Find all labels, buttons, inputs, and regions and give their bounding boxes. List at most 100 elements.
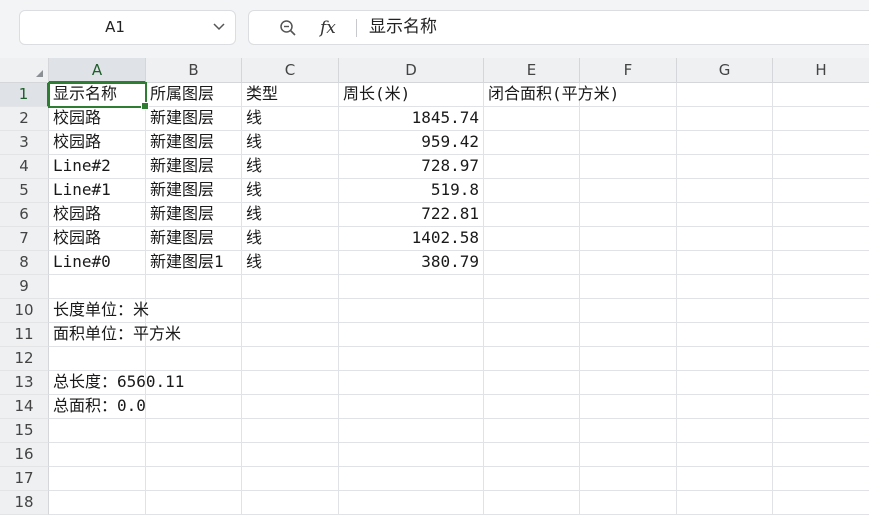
row-header-6[interactable]: 6 xyxy=(0,203,49,227)
cell-d15[interactable] xyxy=(339,419,484,443)
cell-b8[interactable]: 新建图层1 xyxy=(146,251,242,275)
cell-a4[interactable]: Line#2 xyxy=(49,155,146,179)
cell-d11[interactable] xyxy=(339,323,484,347)
fx-icon[interactable]: fx xyxy=(320,14,336,42)
cell-g1[interactable] xyxy=(677,83,773,107)
cell-a18[interactable] xyxy=(49,491,146,515)
cell-h12[interactable] xyxy=(773,347,869,371)
cell-d13[interactable] xyxy=(339,371,484,395)
cell-d16[interactable] xyxy=(339,443,484,467)
cell-g9[interactable] xyxy=(677,275,773,299)
cell-a5[interactable]: Line#1 xyxy=(49,179,146,203)
row-header-12[interactable]: 12 xyxy=(0,347,49,371)
row-header-3[interactable]: 3 xyxy=(0,131,49,155)
cell-c3[interactable]: 线 xyxy=(242,131,339,155)
cell-d7[interactable]: 1402.58 xyxy=(339,227,484,251)
column-header-h[interactable]: H xyxy=(773,58,869,83)
cell-a17[interactable] xyxy=(49,467,146,491)
cell-g5[interactable] xyxy=(677,179,773,203)
column-header-g[interactable]: G xyxy=(677,58,773,83)
cell-e11[interactable] xyxy=(484,323,580,347)
row-header-4[interactable]: 4 xyxy=(0,155,49,179)
cell-b10[interactable] xyxy=(146,299,242,323)
cell-e3[interactable] xyxy=(484,131,580,155)
row-header-1[interactable]: 1 xyxy=(0,83,49,107)
zoom-icon[interactable] xyxy=(279,19,297,37)
cell-e1[interactable]: 闭合面积(平方米) xyxy=(484,83,619,107)
formula-value[interactable]: 显示名称 xyxy=(369,11,437,44)
cell-c13[interactable] xyxy=(242,371,339,395)
column-header-f[interactable]: F xyxy=(580,58,677,83)
cell-d2[interactable]: 1845.74 xyxy=(339,107,484,131)
column-header-c[interactable]: C xyxy=(242,58,339,83)
row-header-10[interactable]: 10 xyxy=(0,299,49,323)
cell-c5[interactable]: 线 xyxy=(242,179,339,203)
cell-f11[interactable] xyxy=(580,323,677,347)
cell-f3[interactable] xyxy=(580,131,677,155)
cell-a16[interactable] xyxy=(49,443,146,467)
cell-d17[interactable] xyxy=(339,467,484,491)
cell-e7[interactable] xyxy=(484,227,580,251)
cell-g8[interactable] xyxy=(677,251,773,275)
cell-h5[interactable] xyxy=(773,179,869,203)
cell-f4[interactable] xyxy=(580,155,677,179)
cell-a10[interactable]: 长度单位：米 xyxy=(49,299,149,323)
row-header-8[interactable]: 8 xyxy=(0,251,49,275)
cell-g11[interactable] xyxy=(677,323,773,347)
cell-e8[interactable] xyxy=(484,251,580,275)
chevron-down-icon[interactable] xyxy=(213,22,225,32)
row-header-5[interactable]: 5 xyxy=(0,179,49,203)
cell-f6[interactable] xyxy=(580,203,677,227)
cell-b5[interactable]: 新建图层 xyxy=(146,179,242,203)
cell-e17[interactable] xyxy=(484,467,580,491)
cell-b12[interactable] xyxy=(146,347,242,371)
row-header-15[interactable]: 15 xyxy=(0,419,49,443)
cell-g16[interactable] xyxy=(677,443,773,467)
name-box[interactable]: A1 xyxy=(19,10,236,45)
cell-e18[interactable] xyxy=(484,491,580,515)
cell-b17[interactable] xyxy=(146,467,242,491)
cell-h7[interactable] xyxy=(773,227,869,251)
cell-b6[interactable]: 新建图层 xyxy=(146,203,242,227)
column-header-e[interactable]: E xyxy=(484,58,580,83)
cell-a13[interactable]: 总长度：6560.11 xyxy=(49,371,184,395)
formula-input[interactable]: fx 显示名称 xyxy=(248,10,869,45)
cell-a12[interactable] xyxy=(49,347,146,371)
row-header-16[interactable]: 16 xyxy=(0,443,49,467)
cell-f13[interactable] xyxy=(580,371,677,395)
cell-e9[interactable] xyxy=(484,275,580,299)
cell-g4[interactable] xyxy=(677,155,773,179)
spreadsheet-grid[interactable]: A B C D E F G H 1 2 3 4 5 6 7 8 9 10 11 12 13 14 15 16 17 18 显示名称所… xyxy=(0,58,869,526)
cell-b2[interactable]: 新建图层 xyxy=(146,107,242,131)
cell-b3[interactable]: 新建图层 xyxy=(146,131,242,155)
cell-d14[interactable] xyxy=(339,395,484,419)
cell-a9[interactable] xyxy=(49,275,146,299)
cell-a2[interactable]: 校园路 xyxy=(49,107,146,131)
cell-c18[interactable] xyxy=(242,491,339,515)
row-header-17[interactable]: 17 xyxy=(0,467,49,491)
cell-h18[interactable] xyxy=(773,491,869,515)
cell-d10[interactable] xyxy=(339,299,484,323)
cell-c7[interactable]: 线 xyxy=(242,227,339,251)
cell-a7[interactable]: 校园路 xyxy=(49,227,146,251)
cell-g7[interactable] xyxy=(677,227,773,251)
cell-b14[interactable] xyxy=(146,395,242,419)
cell-h13[interactable] xyxy=(773,371,869,395)
cell-h6[interactable] xyxy=(773,203,869,227)
row-header-7[interactable]: 7 xyxy=(0,227,49,251)
cell-f8[interactable] xyxy=(580,251,677,275)
cell-e6[interactable] xyxy=(484,203,580,227)
cell-c11[interactable] xyxy=(242,323,339,347)
cell-g3[interactable] xyxy=(677,131,773,155)
cell-e14[interactable] xyxy=(484,395,580,419)
cell-c10[interactable] xyxy=(242,299,339,323)
cell-g12[interactable] xyxy=(677,347,773,371)
cell-e12[interactable] xyxy=(484,347,580,371)
cell-g2[interactable] xyxy=(677,107,773,131)
cell-h15[interactable] xyxy=(773,419,869,443)
cell-g10[interactable] xyxy=(677,299,773,323)
cell-f9[interactable] xyxy=(580,275,677,299)
cell-a11[interactable]: 面积单位：平方米 xyxy=(49,323,181,347)
cell-c15[interactable] xyxy=(242,419,339,443)
cell-b1[interactable]: 所属图层 xyxy=(146,83,242,107)
